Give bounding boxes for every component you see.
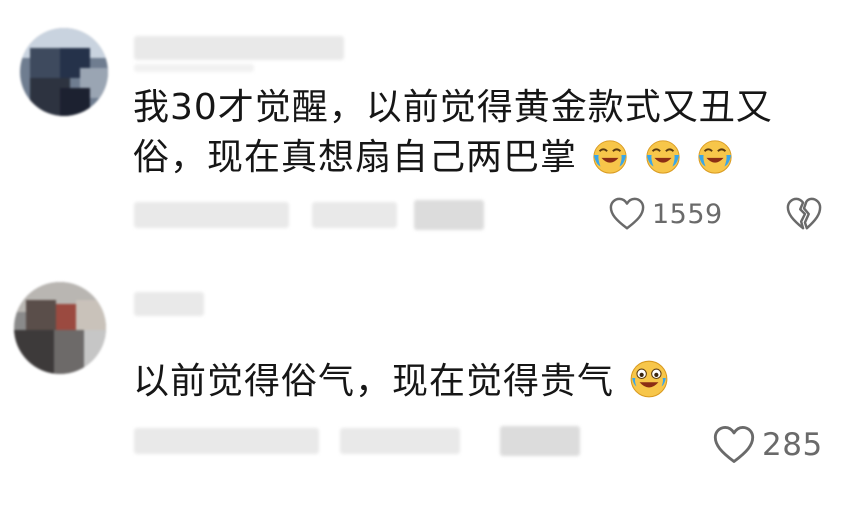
comment-meta — [134, 428, 319, 454]
crying-laughing-icon — [646, 140, 680, 174]
like-count: 1559 — [652, 198, 723, 230]
username[interactable] — [134, 292, 204, 316]
reply-button[interactable] — [414, 200, 484, 230]
username[interactable] — [134, 36, 344, 60]
heart-icon — [609, 197, 645, 230]
comment-text-line1: 我30才觉醒，以前觉得黄金款式又丑又 — [133, 87, 773, 128]
comment-text-line2: 俗，现在真想扇自己两巴掌 — [133, 137, 578, 178]
comment-text-line1: 以前觉得俗气，现在觉得贵气 — [133, 361, 615, 402]
sweat-laughing-icon — [631, 360, 668, 398]
comment-meta — [134, 202, 289, 228]
crying-laughing-icon — [698, 140, 732, 174]
like-button[interactable]: 285 — [712, 424, 823, 466]
comment-meta — [340, 428, 460, 454]
comment-list: 我30才觉醒，以前觉得黄金款式又丑又 俗，现在真想扇自己两巴掌 1559 以前觉… — [0, 0, 843, 526]
crying-laughing-icon — [593, 140, 628, 174]
like-button[interactable]: 1559 — [608, 196, 723, 232]
broken-heart-icon — [786, 197, 822, 230]
reply-button[interactable] — [500, 426, 580, 456]
comment-text: 俗，现在真想扇自己两巴掌 — [133, 128, 734, 188]
dislike-button[interactable] — [784, 196, 824, 232]
avatar[interactable] — [20, 28, 108, 116]
avatar[interactable] — [14, 282, 106, 374]
comment-meta — [312, 202, 397, 228]
user-badge — [134, 64, 254, 72]
heart-icon — [713, 425, 755, 463]
like-count: 285 — [762, 427, 823, 463]
comment-text: 以前觉得俗气，现在觉得贵气 — [133, 352, 670, 412]
